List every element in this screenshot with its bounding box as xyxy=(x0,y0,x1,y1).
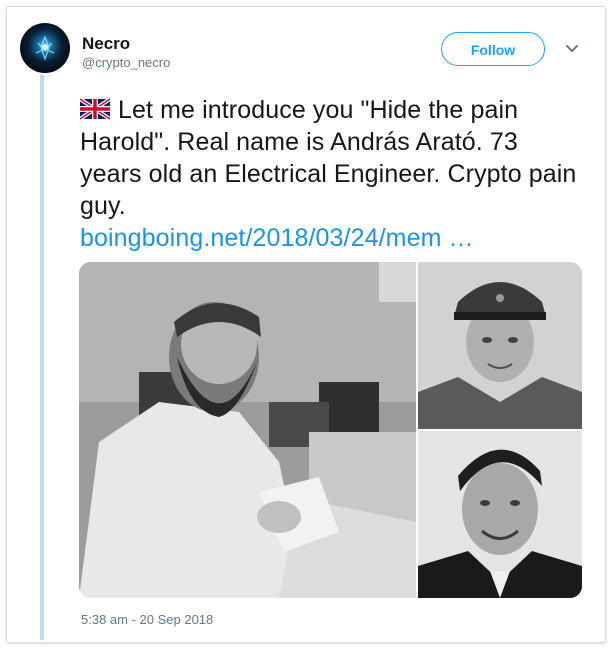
chevron-down-icon[interactable] xyxy=(563,42,581,56)
media-grid[interactable] xyxy=(79,262,582,598)
tweet-text: Let me introduce you "Hide the pain Haro… xyxy=(80,96,577,220)
follow-button[interactable]: Follow xyxy=(441,32,545,66)
tweet-timestamp[interactable]: 5:38 am - 20 Sep 2018 xyxy=(81,612,213,627)
author-handle[interactable]: @crypto_necro xyxy=(82,55,170,70)
photo-man-reading-at-desk[interactable] xyxy=(79,262,416,598)
photo-smiling-man-in-suit[interactable] xyxy=(418,431,582,598)
avatar[interactable] xyxy=(20,23,70,73)
uk-flag-icon xyxy=(80,98,110,120)
tweet-body: Let me introduce you "Hide the pain Haro… xyxy=(80,94,580,254)
thread-line xyxy=(40,75,44,640)
photo-man-in-military-cap[interactable] xyxy=(418,262,582,429)
avatar-graphic xyxy=(35,35,55,61)
author-name[interactable]: Necro xyxy=(82,34,130,54)
tweet-link[interactable]: boingboing.net/2018/03/24/mem … xyxy=(80,222,580,254)
